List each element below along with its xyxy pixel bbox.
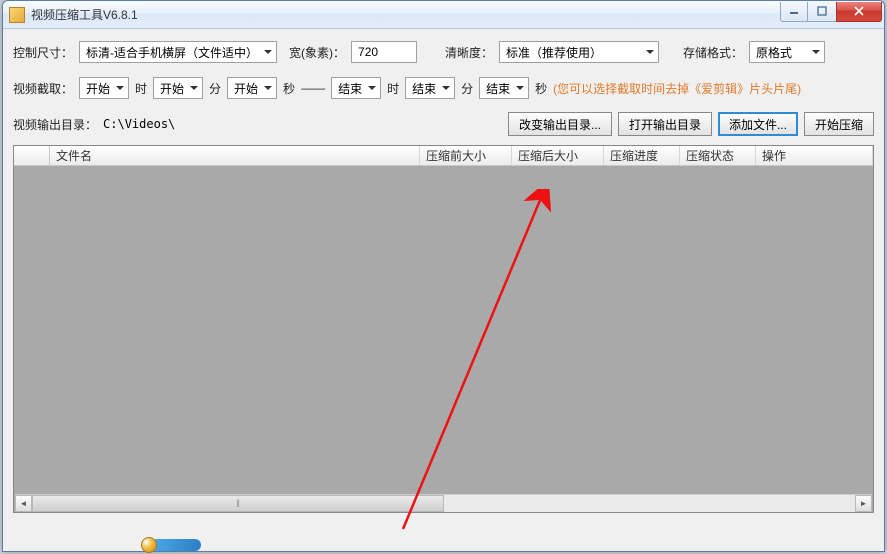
unit-sec-1: 秒 bbox=[283, 80, 295, 97]
add-file-button[interactable]: 添加文件... bbox=[718, 112, 798, 136]
status-bar bbox=[13, 539, 874, 551]
trim-hint: (您可以选择截取时间去掉《爱剪辑》片头片尾) bbox=[553, 80, 801, 97]
row-output: 视频输出目录： C:\Videos\ 改变输出目录... 打开输出目录 添加文件… bbox=[13, 109, 874, 139]
width-input[interactable]: 720 bbox=[351, 41, 417, 63]
grid-col-size-after[interactable]: 压缩后大小 bbox=[512, 146, 604, 165]
window-controls bbox=[780, 2, 882, 22]
unit-sec-2: 秒 bbox=[535, 80, 547, 97]
scroll-right-button[interactable]: ► bbox=[855, 495, 872, 512]
row-trim: 视频截取： 开始 时 开始 分 开始 秒 —— 结束 时 结束 分 结束 秒 (… bbox=[13, 73, 874, 103]
output-dir-label: 视频输出目录： bbox=[13, 116, 97, 133]
output-dir-path: C:\Videos\ bbox=[103, 117, 502, 131]
close-button[interactable] bbox=[836, 2, 882, 22]
format-select[interactable]: 原格式 bbox=[749, 41, 825, 63]
unit-hour-2: 时 bbox=[387, 80, 399, 97]
window-title: 视频压缩工具V6.8.1 bbox=[31, 6, 780, 23]
unit-min-2: 分 bbox=[461, 80, 473, 97]
app-icon bbox=[9, 7, 25, 23]
start-min-select[interactable]: 开始 bbox=[153, 77, 203, 99]
size-label: 控制尺寸： bbox=[13, 44, 73, 61]
grid-col-size-before[interactable]: 压缩前大小 bbox=[420, 146, 512, 165]
range-sep: —— bbox=[301, 81, 325, 95]
grid-hscrollbar[interactable]: ◄ ► bbox=[15, 494, 872, 511]
change-output-dir-button[interactable]: 改变输出目录... bbox=[508, 112, 612, 136]
main-window: 视频压缩工具V6.8.1 控制尺寸： 标清-适合手机横屏（文件适中） 宽(象素)… bbox=[2, 0, 885, 552]
row-size: 控制尺寸： 标清-适合手机横屏（文件适中） 宽(象素)： 720 清晰度： 标准… bbox=[13, 37, 874, 67]
clarity-select[interactable]: 标准（推荐使用） bbox=[499, 41, 659, 63]
unit-hour-1: 时 bbox=[135, 80, 147, 97]
end-min-select[interactable]: 结束 bbox=[405, 77, 455, 99]
unit-min-1: 分 bbox=[209, 80, 221, 97]
scroll-thumb[interactable] bbox=[32, 495, 444, 512]
size-preset-select[interactable]: 标清-适合手机横屏（文件适中） bbox=[79, 41, 277, 63]
clarity-label: 清晰度： bbox=[445, 44, 493, 61]
minimize-button[interactable] bbox=[780, 2, 808, 22]
qq-status-icon bbox=[151, 539, 201, 551]
grid-col-rowheader[interactable] bbox=[14, 146, 50, 165]
grid-col-action[interactable]: 操作 bbox=[756, 146, 873, 165]
grid-col-status[interactable]: 压缩状态 bbox=[680, 146, 756, 165]
scroll-left-button[interactable]: ◄ bbox=[15, 495, 32, 512]
width-label: 宽(象素)： bbox=[289, 44, 345, 61]
start-compress-button[interactable]: 开始压缩 bbox=[804, 112, 874, 136]
client-area: 控制尺寸： 标清-适合手机横屏（文件适中） 宽(象素)： 720 清晰度： 标准… bbox=[3, 29, 884, 551]
grid-header: 文件名 压缩前大小 压缩后大小 压缩进度 压缩状态 操作 bbox=[14, 146, 873, 166]
maximize-button[interactable] bbox=[808, 2, 836, 22]
grid-col-filename[interactable]: 文件名 bbox=[50, 146, 420, 165]
trim-label: 视频截取： bbox=[13, 80, 73, 97]
end-sec-select[interactable]: 结束 bbox=[479, 77, 529, 99]
open-output-dir-button[interactable]: 打开输出目录 bbox=[618, 112, 712, 136]
start-hour-select[interactable]: 开始 bbox=[79, 77, 129, 99]
end-hour-select[interactable]: 结束 bbox=[331, 77, 381, 99]
start-sec-select[interactable]: 开始 bbox=[227, 77, 277, 99]
file-grid[interactable]: 文件名 压缩前大小 压缩后大小 压缩进度 压缩状态 操作 ◄ ► bbox=[13, 145, 874, 513]
format-label: 存储格式： bbox=[683, 44, 743, 61]
scroll-track[interactable] bbox=[32, 495, 855, 512]
titlebar[interactable]: 视频压缩工具V6.8.1 bbox=[3, 1, 884, 29]
grid-col-progress[interactable]: 压缩进度 bbox=[604, 146, 680, 165]
